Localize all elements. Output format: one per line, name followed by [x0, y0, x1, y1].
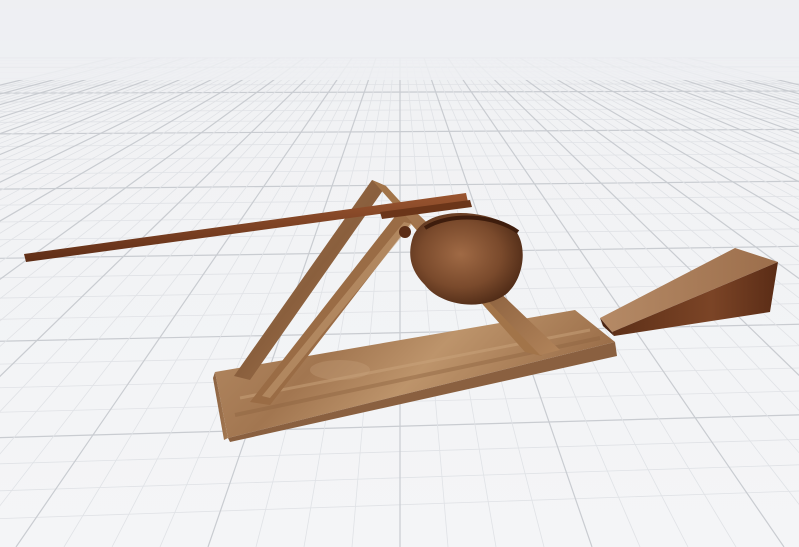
- base-knot: [310, 360, 370, 380]
- 3d-viewport[interactable]: [0, 0, 799, 547]
- horizon-fade: [0, 0, 799, 80]
- pivot-pin: [399, 226, 411, 238]
- 3d-scene-canvas[interactable]: [0, 0, 799, 547]
